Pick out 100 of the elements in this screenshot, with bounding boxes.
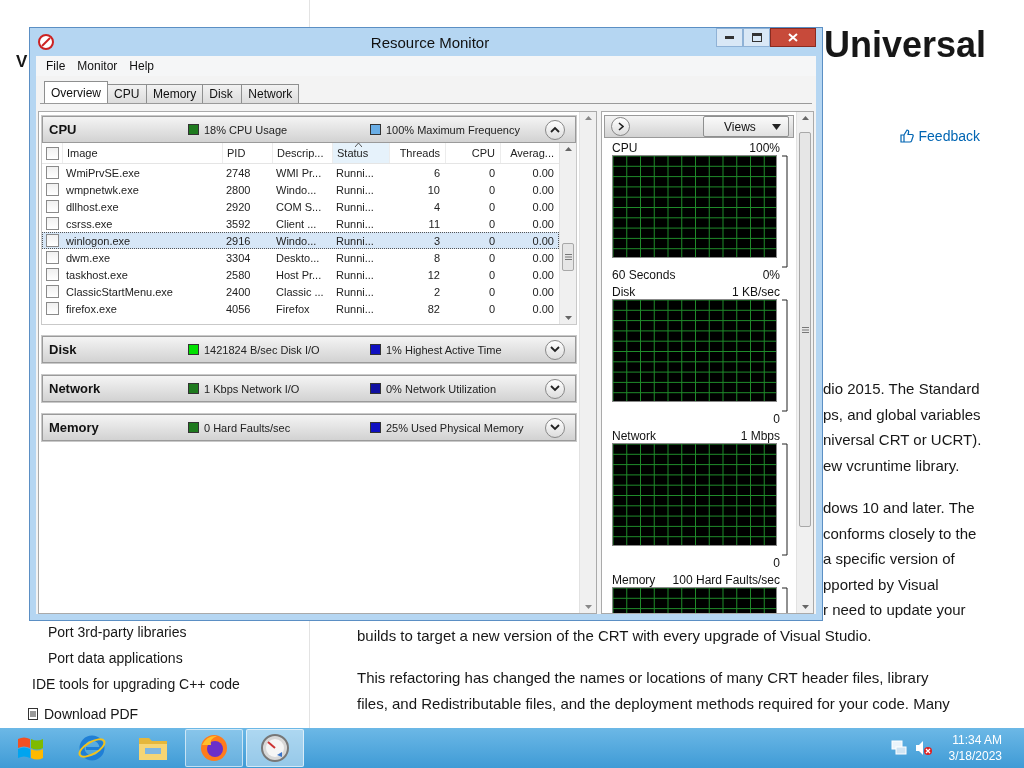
row-checkbox[interactable] [46, 285, 59, 298]
process-row[interactable]: ClassicStartMenu.exe 2400 Classic ... Runni... 2 0 0.00 [42, 283, 559, 300]
table-cell-text: 4056 [225, 302, 252, 315]
table-cell-text: Windo... [275, 183, 318, 196]
download-link[interactable]: Download PDF [28, 706, 309, 722]
paragraph-line: conforms closely to the [823, 523, 978, 544]
sidebar-link[interactable]: Port 3rd-party libraries [48, 624, 187, 640]
chevron-down-icon [550, 346, 560, 353]
paragraph-line: files, and Redistributable files, and the deployment methods required for your code. Many [357, 693, 951, 714]
select-all-checkbox[interactable] [46, 146, 59, 160]
paragraph-line: niversal CRT or UCRT). [823, 430, 983, 450]
paragraph-line: builds to target a new version of the CRT with every upgrade of Visual Studio. [357, 625, 873, 646]
row-checkbox[interactable] [46, 234, 59, 247]
row-checkbox[interactable] [46, 217, 59, 230]
paragraph-line: ps, and global variables [823, 404, 982, 425]
maximize-button[interactable] [743, 28, 770, 47]
column-header[interactable]: CPU [445, 143, 500, 163]
process-row[interactable]: taskhost.exe 2580 Host Pr... Runni... 12 0 0.00 [42, 266, 559, 283]
table-cell-text: 2748 [225, 166, 252, 179]
table-cell-text: 8 [432, 251, 441, 264]
stat-label: 0 Hard Faults/sec [204, 421, 291, 434]
table-cell-text: Runni... [335, 200, 375, 213]
section-header[interactable]: Memory 0 Hard Faults/sec 25% Used Physical Memory [42, 414, 576, 441]
taskbar-app[interactable] [246, 729, 304, 767]
stat-label: 0% Network Utilization [386, 382, 497, 395]
table-cell-text: Client ... [275, 217, 318, 230]
menu-item[interactable]: File [40, 59, 72, 73]
table-cell-text: 0.00 [531, 285, 555, 298]
scale-bracket-icon [782, 299, 788, 412]
row-checkbox[interactable] [46, 200, 59, 213]
expand-button[interactable] [545, 417, 565, 438]
tab[interactable]: Overview [44, 81, 108, 103]
process-row[interactable]: WmiPrvSE.exe 2748 WMI Pr... Runni... 6 0 0.00 [42, 164, 559, 181]
expand-button[interactable] [545, 378, 565, 399]
chevron-down-icon [550, 385, 560, 392]
section-header[interactable]: Disk 1421824 B/sec Disk I/O 1% Highest Active Time [42, 336, 576, 363]
stat-label: 1% Highest Active Time [386, 343, 502, 356]
process-row[interactable]: firefox.exe 4056 Firefox Runni... 82 0 0.00 [42, 300, 559, 317]
muted-speaker-icon[interactable] [914, 740, 933, 756]
graph-min-label: 0% [762, 268, 780, 282]
network-icon[interactable] [890, 740, 907, 756]
section-header[interactable]: Network 1 Kbps Network I/O 0% Network Utilization [42, 375, 576, 402]
tab[interactable]: Disk [202, 84, 243, 103]
process-row[interactable]: dwm.exe 3304 Deskto... Runni... 8 0 0.00 [42, 249, 559, 266]
tab[interactable]: Network [241, 84, 300, 103]
scrollbar[interactable] [796, 112, 813, 613]
row-checkbox[interactable] [46, 183, 59, 196]
menu-item[interactable]: Monitor [71, 59, 124, 73]
process-row[interactable]: csrss.exe 3592 Client ... Runni... 11 0 0.00 [42, 215, 559, 232]
table-cell-text: 0 [487, 183, 496, 196]
table-cell-text: 0 [487, 200, 496, 213]
table-cell-text: 2916 [225, 234, 252, 247]
column-header[interactable]: Image [62, 143, 222, 163]
menu-item[interactable]: Help [123, 59, 161, 73]
row-checkbox[interactable] [46, 251, 59, 264]
minimize-button[interactable] [716, 28, 743, 47]
table-cell-text: Classic ... [275, 285, 325, 298]
tab[interactable]: Memory [146, 84, 204, 103]
scroll-up-icon [584, 116, 592, 120]
stat-label: 100% Maximum Frequency [386, 123, 520, 136]
paragraph-line: pported by Visual [823, 574, 940, 595]
column-header[interactable]: Status [332, 143, 389, 163]
table-cell-text: 82 [426, 302, 441, 315]
stat-label: 25% Used Physical Memory [386, 421, 524, 434]
close-button[interactable] [770, 28, 816, 47]
row-checkbox[interactable] [46, 166, 59, 179]
table-cell-text: 0 [487, 166, 496, 179]
views-dropdown[interactable]: Views [703, 116, 789, 137]
column-header[interactable]: Threads [389, 143, 445, 163]
column-header[interactable]: PID [222, 143, 272, 163]
table-cell-text: 4 [432, 200, 441, 213]
minimize-icon [725, 36, 734, 39]
scrollbar[interactable] [579, 112, 596, 613]
table-cell-text: 0 [487, 302, 496, 315]
table-cell-text: WmiPrvSE.exe [65, 166, 141, 179]
chevron-right-icon [617, 122, 624, 131]
paragraph-line: ew vcruntime library. [823, 455, 961, 476]
collapse-button[interactable] [545, 119, 565, 140]
table-cell-text: Runni... [335, 251, 375, 264]
section-header[interactable]: CPU 18% CPU Usage 100% Maximum Frequency [42, 116, 576, 143]
feedback-link[interactable]: Feedback [899, 128, 980, 144]
expand-button[interactable] [545, 339, 565, 360]
table-cell-text: 2400 [225, 285, 252, 298]
row-checkbox[interactable] [46, 268, 59, 281]
taskbar-app[interactable] [185, 729, 243, 767]
sidebar-link[interactable]: IDE tools for upgrading C++ code [32, 676, 240, 692]
clock-time: 11:34 AM [952, 732, 1002, 748]
grip-icon [801, 326, 809, 333]
sidebar-link[interactable]: Port data applications [48, 650, 183, 666]
paragraph-line: a specific version of [823, 549, 956, 569]
process-row[interactable]: winlogon.exe 2916 Windo... Runni... 3 0 0.00 [42, 232, 559, 249]
process-row[interactable]: wmpnetwk.exe 2800 Windo... Runni... 10 0 0.00 [42, 181, 559, 198]
table-cell-text: 0.00 [531, 251, 555, 264]
row-checkbox[interactable] [46, 302, 59, 315]
process-row[interactable]: dllhost.exe 2920 COM S... Runni... 4 0 0.00 [42, 198, 559, 215]
scroll-down-icon [564, 316, 572, 320]
table-cell-text: dllhost.exe [65, 200, 120, 213]
scrollbar[interactable] [559, 143, 576, 324]
expand-panel-button[interactable] [611, 117, 630, 136]
tab[interactable]: CPU [107, 84, 147, 103]
